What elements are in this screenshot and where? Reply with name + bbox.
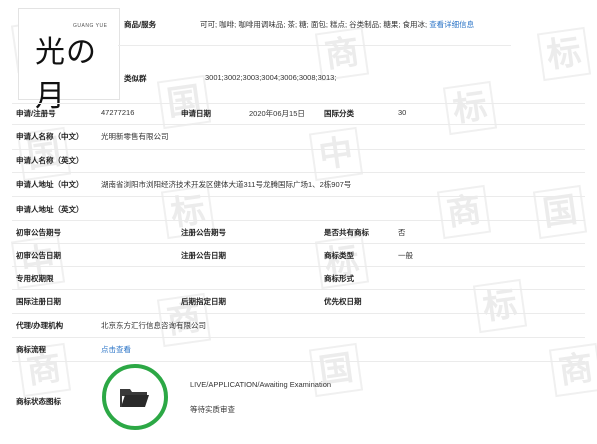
divider bbox=[12, 172, 585, 173]
watermark-char: 国 bbox=[532, 184, 588, 240]
intl-class-value: 30 bbox=[398, 108, 407, 117]
status-cn-text: 等待实质审查 bbox=[190, 405, 235, 414]
applicant-cn-value: 光明新零售有限公司 bbox=[101, 132, 169, 141]
tm-form-label: 商标形式 bbox=[324, 274, 354, 283]
priority-date-label: 优先权日期 bbox=[324, 297, 362, 306]
divider bbox=[12, 337, 585, 338]
process-label: 商标流程 bbox=[16, 345, 46, 354]
status-icon-label: 商标状态图标 bbox=[16, 397, 61, 406]
goods-detail-link[interactable]: 查看详细信息 bbox=[429, 20, 474, 29]
divider bbox=[12, 289, 585, 290]
logo-wordmark: 光の月 bbox=[35, 35, 97, 114]
divider bbox=[12, 196, 585, 197]
address-cn-label: 申请人地址（中文） bbox=[16, 180, 84, 189]
similar-group-label: 类似群 bbox=[124, 74, 147, 83]
status-badge bbox=[102, 364, 168, 430]
divider bbox=[12, 103, 585, 104]
trademark-logo: 光の月 GUANG YUE bbox=[18, 8, 120, 114]
divider bbox=[12, 124, 585, 125]
intl-class-label: 国际分类 bbox=[324, 109, 354, 118]
reg-no-label: 申请/注册号 bbox=[16, 109, 56, 118]
folder-icon bbox=[120, 389, 149, 407]
divider bbox=[12, 313, 585, 314]
agent-label: 代理/办理机构 bbox=[16, 321, 64, 330]
shared-value: 否 bbox=[398, 228, 406, 237]
goods-value: 可可; 咖啡; 咖啡用调味品; 茶; 糖; 面包; 糕点; 谷类制品; 糖果; … bbox=[200, 19, 474, 30]
goods-label: 商品/服务 bbox=[124, 20, 157, 29]
address-en-label: 申请人地址（英文） bbox=[16, 205, 84, 214]
app-date-label: 申请日期 bbox=[181, 109, 211, 118]
watermark-char: 标 bbox=[472, 278, 528, 334]
process-view-link[interactable]: 点击查看 bbox=[101, 344, 131, 355]
prelim-no-label: 初审公告期号 bbox=[16, 228, 61, 237]
applicant-cn-label: 申请人名称（中文） bbox=[16, 132, 84, 141]
exclusive-label: 专用权期限 bbox=[16, 274, 54, 283]
similar-group-value: 3001;3002;3003;3004;3006;3008;3013; bbox=[205, 73, 337, 82]
tm-type-value: 一般 bbox=[398, 251, 413, 260]
goods-text: 可可; 咖啡; 咖啡用调味品; 茶; 糖; 面包; 糕点; 谷类制品; 糖果; … bbox=[200, 20, 428, 29]
shared-label: 是否共有商标 bbox=[324, 228, 369, 237]
watermark-char: 国 bbox=[156, 74, 212, 130]
reg-pub-no-label: 注册公告期号 bbox=[181, 228, 226, 237]
divider bbox=[12, 220, 585, 221]
address-cn-value: 湖南省浏阳市浏阳经济技术开发区健体大道311号龙腾国际广场1、2栋907号 bbox=[101, 180, 352, 189]
divider bbox=[12, 149, 585, 150]
reg-pub-date-label: 注册公告日期 bbox=[181, 251, 226, 260]
divider bbox=[12, 266, 585, 267]
watermark-char: 商 bbox=[436, 184, 492, 240]
logo-subtext: GUANG YUE bbox=[73, 23, 108, 29]
divider bbox=[12, 243, 585, 244]
watermark-char: 标 bbox=[536, 26, 592, 82]
reg-no-value: 47277216 bbox=[101, 108, 135, 117]
status-en-text: LIVE/APPLICATION/Awaiting Examination bbox=[190, 380, 332, 389]
later-date-label: 后期指定日期 bbox=[181, 297, 226, 306]
applicant-en-label: 申请人名称（英文） bbox=[16, 156, 84, 165]
watermark-char: 商 bbox=[548, 342, 597, 398]
tm-type-label: 商标类型 bbox=[324, 251, 354, 260]
intl-reg-date-label: 国际注册日期 bbox=[16, 297, 61, 306]
app-date-value: 2020年06月15日 bbox=[249, 109, 305, 118]
divider bbox=[12, 361, 585, 362]
prelim-date-label: 初审公告日期 bbox=[16, 251, 61, 260]
watermark-char: 标 bbox=[442, 80, 498, 136]
divider bbox=[118, 45, 511, 46]
agent-value: 北京东方汇行信息咨询有限公司 bbox=[101, 321, 206, 330]
